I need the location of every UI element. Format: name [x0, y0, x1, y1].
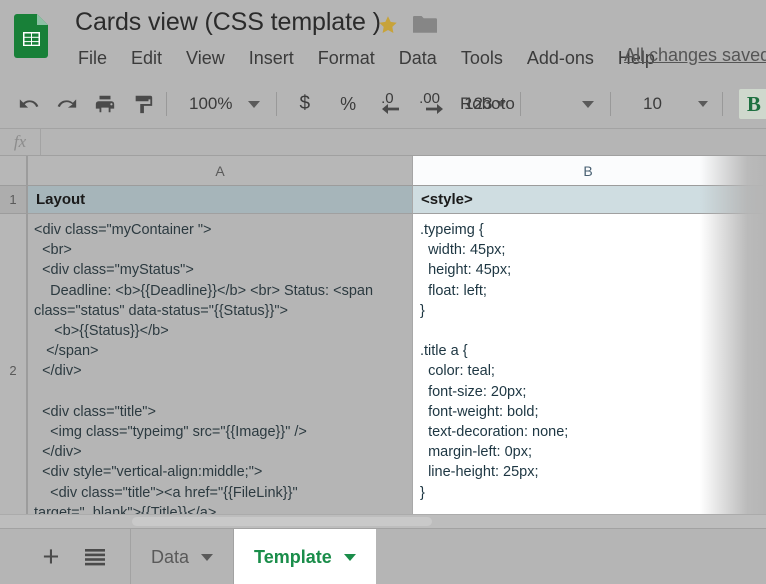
redo-arrow-icon[interactable] [52, 89, 82, 119]
row-header-gutter: 1 2 [0, 186, 28, 527]
sheet-controls: + [0, 529, 131, 584]
toolbar-divider-5 [721, 92, 723, 116]
bold-button[interactable]: B [738, 89, 766, 119]
menu-add-ons[interactable]: Add-ons [527, 48, 594, 69]
row-header-2[interactable]: 2 [0, 214, 28, 527]
sheet-tab-bar: + Data Template [0, 528, 766, 584]
font-family-caret-icon[interactable] [582, 100, 594, 108]
cell-b2[interactable]: .typeimg { width: 45px; height: 45px; fl… [413, 214, 764, 527]
sheet-tab-data[interactable]: Data [131, 529, 235, 584]
grid-row-2: <div class="myContainer "> <br> <div cla… [28, 214, 766, 527]
toolbar-divider-1 [166, 92, 167, 116]
select-all-corner[interactable] [0, 156, 28, 186]
currency-format-button[interactable]: $ [299, 93, 310, 115]
column-header-row: A B [0, 156, 766, 186]
toolbar-divider-4 [610, 92, 611, 116]
fx-label: fx [13, 132, 27, 151]
toolbar-divider-3 [520, 92, 522, 116]
menu-file[interactable]: File [78, 48, 107, 69]
horizontal-scrollbar[interactable] [0, 514, 766, 528]
document-title[interactable]: Cards view (CSS template ) [75, 8, 381, 37]
formula-bar: fx [0, 128, 766, 156]
cell-a2[interactable]: <div class="myContainer "> <br> <div cla… [28, 214, 413, 527]
zoom-dropdown-caret-icon[interactable] [248, 100, 261, 108]
paint-roller-icon[interactable] [128, 89, 158, 119]
formula-input[interactable] [41, 128, 766, 156]
increase-decimal-button[interactable]: .00 [418, 89, 450, 119]
hamburger-list-icon[interactable] [78, 540, 112, 574]
cell-a1[interactable]: Layout [28, 186, 413, 214]
menu-data[interactable]: Data [399, 48, 437, 69]
menu-view[interactable]: View [186, 48, 225, 69]
menu-tools[interactable]: Tools [461, 48, 503, 69]
toolbar-divider-2 [276, 92, 278, 116]
horizontal-scrollbar-thumb[interactable] [132, 517, 432, 526]
printer-icon[interactable] [90, 89, 120, 119]
percent-format-button[interactable]: % [340, 94, 356, 115]
undo-arrow-icon[interactable] [14, 89, 44, 119]
zoom-level[interactable]: 100% [189, 94, 232, 114]
sheet-tab-template[interactable]: Template [234, 529, 376, 584]
cell-b1[interactable]: <style> [413, 186, 764, 214]
grid-row-1: Layout <style> [28, 186, 766, 214]
menu-insert[interactable]: Insert [249, 48, 294, 69]
sheet-tab-data-caret-icon[interactable] [201, 553, 214, 561]
column-header-a[interactable]: A [28, 156, 413, 186]
font-size-value[interactable]: 10 [643, 94, 662, 114]
font-size-caret-icon[interactable] [697, 101, 708, 107]
star-icon[interactable] [377, 14, 399, 36]
sheet-tab-template-label: Template [254, 546, 332, 567]
sheet-tab-data-label: Data [151, 546, 190, 567]
add-sheet-glyph: + [42, 540, 60, 573]
row-header-1[interactable]: 1 [0, 186, 28, 214]
decrease-decimal-button[interactable]: .0 [378, 89, 406, 119]
column-header-b[interactable]: B [413, 156, 764, 186]
sheets-file-icon[interactable] [14, 14, 48, 58]
menu-edit[interactable]: Edit [131, 48, 162, 69]
title-bar: Cards view (CSS template ) File Edit Vie… [0, 0, 766, 80]
menu-format[interactable]: Format [318, 48, 375, 69]
sheet-tab-template-caret-icon[interactable] [343, 553, 356, 561]
folder-move-icon[interactable] [413, 15, 437, 34]
spreadsheet-grid: A B 1 2 Layout <style> <div class="myCon… [0, 156, 766, 527]
cell-area: Layout <style> <div class="myContainer "… [28, 186, 766, 527]
google-sheets-window: Cards view (CSS template ) File Edit Vie… [0, 0, 766, 584]
plus-icon[interactable]: + [34, 540, 68, 574]
font-family-value[interactable]: Roboto [460, 94, 515, 114]
save-status-label[interactable]: All changes saved [624, 45, 766, 66]
menu-bar: File Edit View Insert Format Data Tools … [78, 45, 655, 71]
toolbar: 100% $ % .0 .00 123 Roboto 10 B [0, 80, 766, 129]
